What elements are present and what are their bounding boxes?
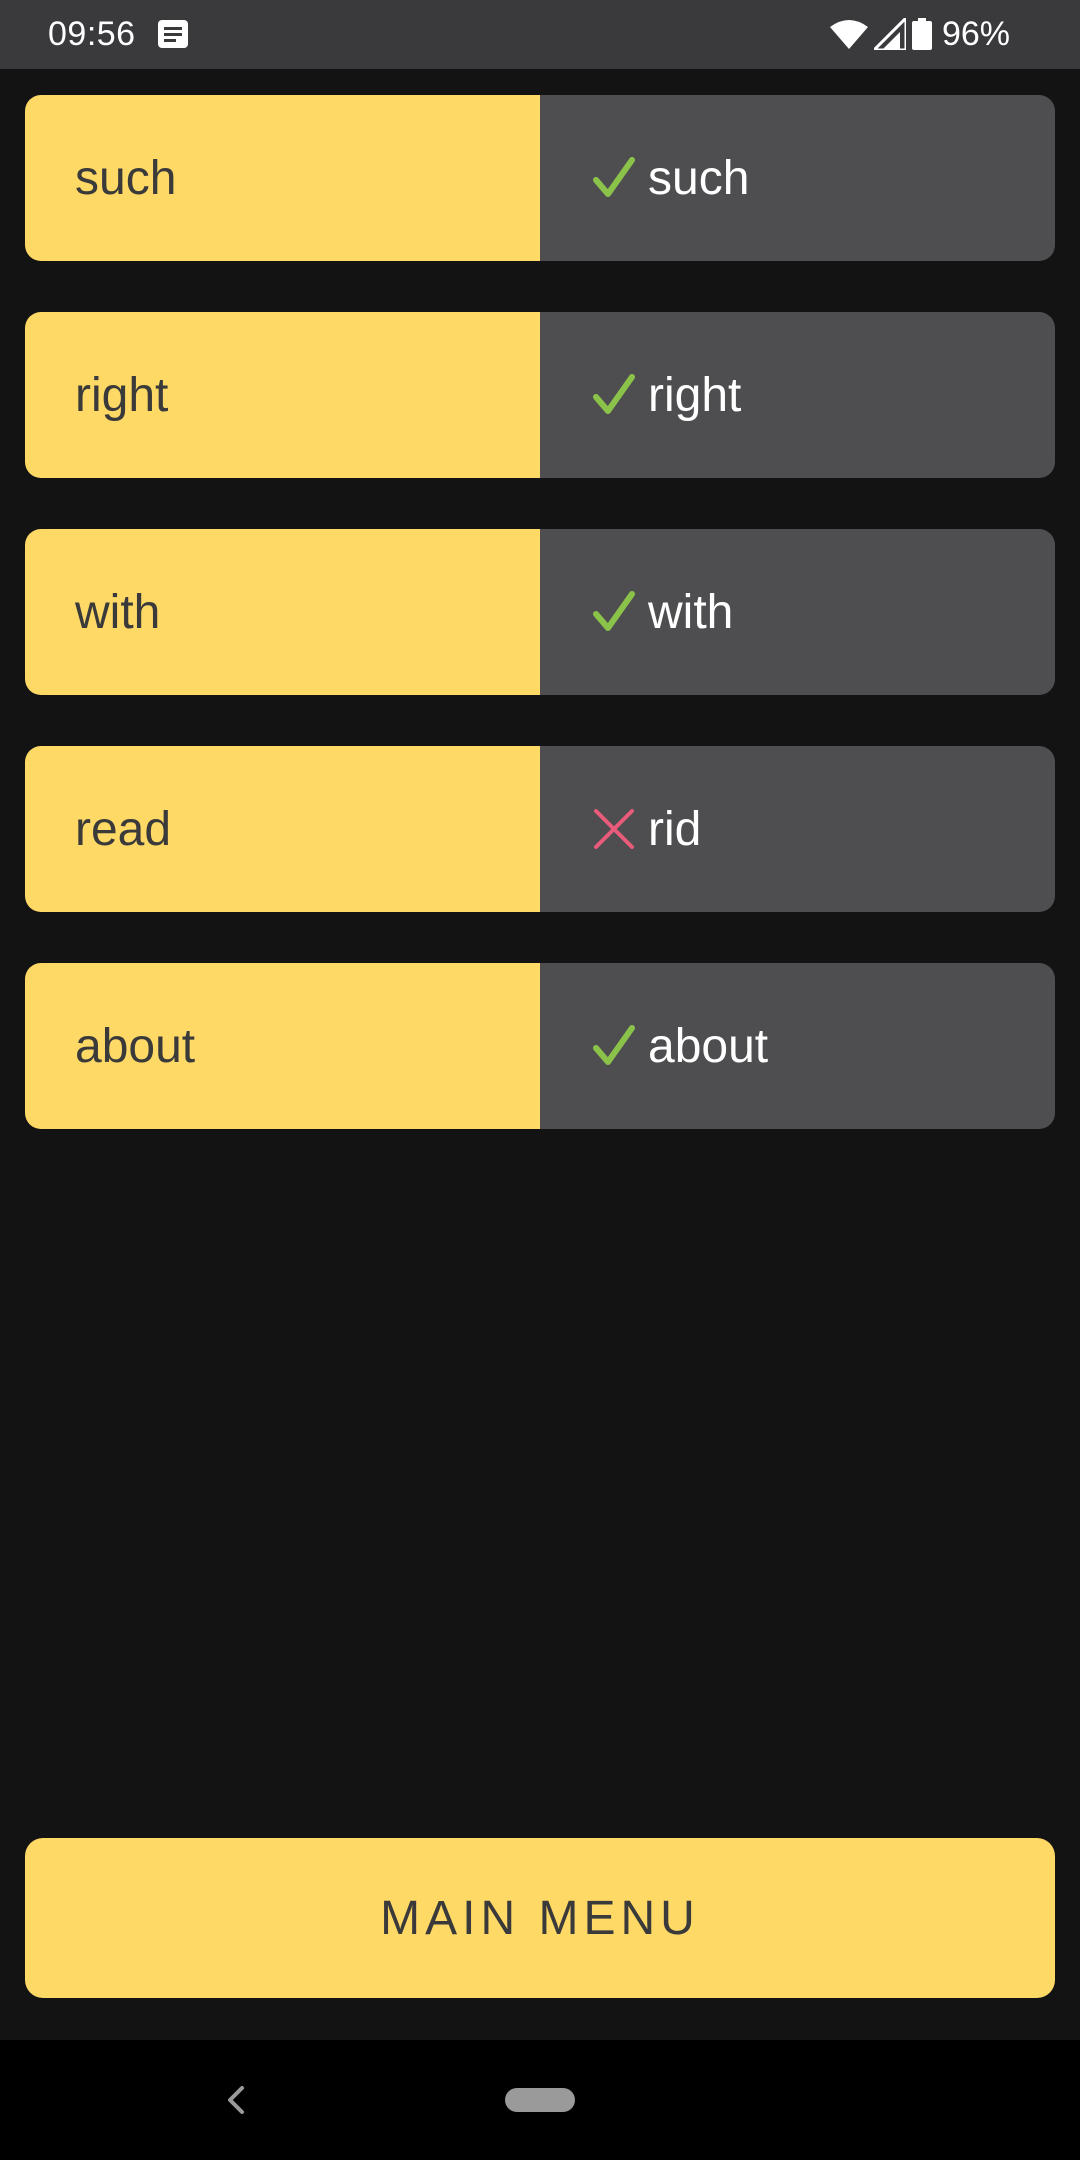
target-word-cell: such	[25, 95, 540, 261]
answer-cell: such	[540, 95, 1055, 261]
back-icon[interactable]	[222, 2082, 252, 2118]
battery-icon	[911, 18, 932, 50]
wifi-icon	[829, 20, 868, 49]
answer-word: about	[648, 1019, 769, 1073]
status-time: 09:56	[48, 15, 136, 53]
target-word-cell: about	[25, 963, 540, 1129]
result-row: about about	[25, 963, 1055, 1129]
answer-cell: right	[540, 312, 1055, 478]
signal-icon	[873, 18, 906, 50]
result-row: read rid	[25, 746, 1055, 912]
target-word: such	[75, 151, 177, 205]
target-word: right	[75, 368, 169, 422]
target-word-cell: with	[25, 529, 540, 695]
answer-cell: about	[540, 963, 1055, 1129]
answer-word: with	[648, 585, 734, 639]
answer-word: rid	[648, 802, 702, 856]
target-word: about	[75, 1019, 196, 1073]
battery-percentage: 96%	[941, 15, 1010, 53]
target-word: read	[75, 802, 172, 856]
check-icon	[592, 590, 636, 634]
result-row: such such	[25, 95, 1055, 261]
check-icon	[592, 1024, 636, 1068]
result-row: right right	[25, 312, 1055, 478]
notification-icon	[158, 20, 188, 48]
answer-word: right	[648, 368, 742, 422]
answer-cell: rid	[540, 746, 1055, 912]
check-icon	[592, 156, 636, 200]
target-word-cell: right	[25, 312, 540, 478]
result-row: with with	[25, 529, 1055, 695]
status-bar: 09:56 96%	[0, 0, 1080, 69]
status-icons: 96%	[829, 14, 1010, 54]
target-word: with	[75, 585, 161, 639]
cross-icon	[592, 807, 636, 851]
home-pill[interactable]	[505, 2088, 575, 2112]
main-menu-button[interactable]: MAIN MENU	[25, 1838, 1055, 1998]
results-list: such such right right with with read rid…	[25, 95, 1055, 1180]
check-icon	[592, 373, 636, 417]
target-word-cell: read	[25, 746, 540, 912]
answer-cell: with	[540, 529, 1055, 695]
answer-word: such	[648, 151, 750, 205]
